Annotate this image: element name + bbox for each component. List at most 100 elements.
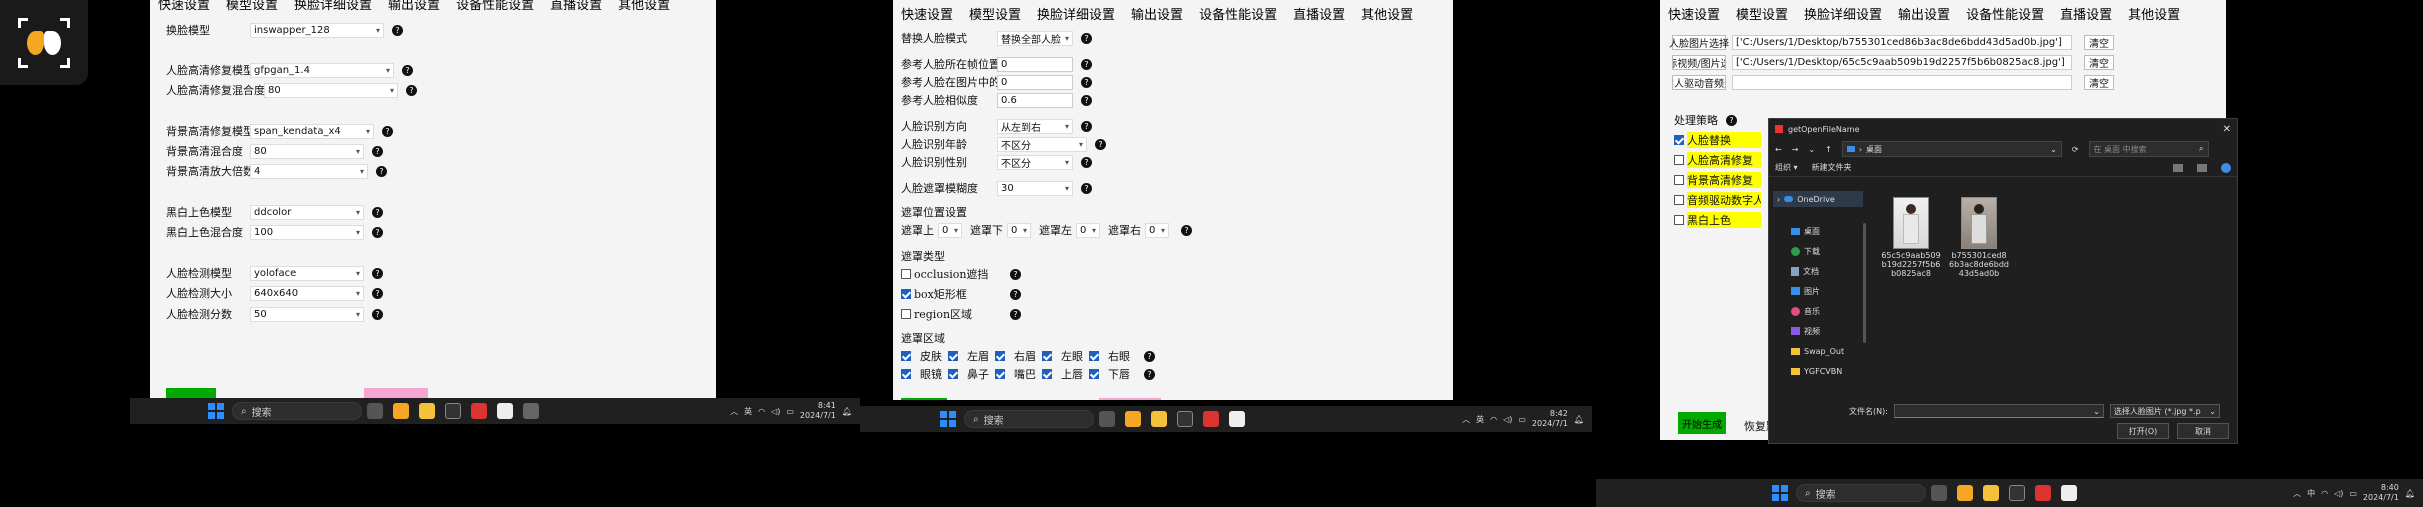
help-icon[interactable]: ? xyxy=(1081,58,1092,70)
task-view-icon[interactable] xyxy=(367,403,383,419)
tab-other[interactable]: 其他设置 xyxy=(610,0,678,13)
help-icon[interactable]: ? xyxy=(1010,308,1021,320)
help-icon[interactable]: ? xyxy=(1081,32,1092,44)
tab-output[interactable]: 输出设置 xyxy=(380,0,448,13)
notification-icon[interactable]: 🔔︎ xyxy=(2405,489,2415,498)
ime-indicator[interactable]: 中 xyxy=(2307,488,2315,499)
select-face-image-button[interactable]: 人脸图片选择 xyxy=(1669,34,1729,50)
help-icon[interactable]: ? xyxy=(402,64,413,76)
help-icon[interactable]: ? xyxy=(376,165,387,177)
organize-menu[interactable]: 组织 ▾ xyxy=(1775,162,1798,173)
taskbar-search[interactable]: ⌕ 搜索 xyxy=(232,402,362,420)
audio-path-field[interactable] xyxy=(1732,74,2072,90)
task-view-icon[interactable] xyxy=(1099,411,1115,427)
terminal-icon[interactable] xyxy=(2009,485,2025,501)
face-swap-checkbox[interactable] xyxy=(1674,135,1684,145)
tab-swap-detail[interactable]: 换脸详细设置 xyxy=(286,0,380,13)
help-icon[interactable]: ? xyxy=(372,287,383,299)
help-icon[interactable]: ? xyxy=(372,267,383,279)
chevron-up-icon[interactable]: ︿ xyxy=(730,406,738,417)
tab-output[interactable]: 输出设置 xyxy=(1890,4,1958,23)
ref-position-input[interactable]: 0 xyxy=(997,74,1073,90)
wifi-icon[interactable]: ◠ xyxy=(2321,489,2328,498)
tab-other[interactable]: 其他设置 xyxy=(2120,4,2188,23)
tab-performance[interactable]: 设备性能设置 xyxy=(1191,4,1285,23)
bg-blend-select[interactable]: 80 ▾ xyxy=(250,143,364,159)
help-icon[interactable]: ? xyxy=(372,226,383,238)
face-detector-select[interactable]: yoloface ▾ xyxy=(250,265,364,281)
tab-other[interactable]: 其他设置 xyxy=(1353,4,1421,23)
file-type-select[interactable]: 选择人脸图片 (*.jpg *.p ⌄ xyxy=(2109,404,2220,418)
mask-blur-select[interactable]: 30 ▾ xyxy=(997,180,1073,196)
tab-swap-detail[interactable]: 换脸详细设置 xyxy=(1796,4,1890,23)
windows-start-icon[interactable] xyxy=(1772,485,1788,501)
wifi-icon[interactable]: ◠ xyxy=(758,407,765,416)
help-icon[interactable]: ? xyxy=(1081,94,1092,106)
app-mask-icon[interactable] xyxy=(1229,411,1245,427)
face-enhance-blend-select[interactable]: 80 ▾ xyxy=(264,82,398,98)
region-checkbox[interactable] xyxy=(1042,351,1052,361)
mask-right-select[interactable]: 0 ▾ xyxy=(1145,222,1169,238)
region-checkbox[interactable] xyxy=(901,309,911,319)
select-audio-button[interactable]: 数字人驱动音频选择 xyxy=(1672,74,1726,90)
colorize-blend-select[interactable]: 100 ▾ xyxy=(250,224,364,240)
select-target-button[interactable]: 目标视频/图片选择 xyxy=(1672,54,1726,70)
clear-audio-button[interactable]: 清空 xyxy=(2084,74,2114,90)
face-selector-mode-select[interactable]: 替换全部人脸 ▾ xyxy=(997,30,1073,46)
cancel-button[interactable]: 取消 xyxy=(2177,423,2229,439)
start-button-partial[interactable] xyxy=(901,398,947,400)
volume-icon[interactable]: ◁) xyxy=(771,407,780,416)
face-gender-select[interactable]: 不区分 ▾ xyxy=(997,154,1073,170)
face-image-path-field[interactable]: ['C:/Users/1/Desktop/b755301ced86b3ac8de… xyxy=(1732,34,2072,50)
clear-face-button[interactable]: 清空 xyxy=(2084,34,2114,50)
open-button[interactable]: 打开(O) xyxy=(2117,423,2169,439)
folder-icon[interactable] xyxy=(1983,485,1999,501)
help-icon[interactable]: ? xyxy=(1181,224,1192,236)
region-checkbox[interactable] xyxy=(1042,369,1052,379)
tab-swap-detail[interactable]: 换脸详细设置 xyxy=(1029,4,1123,23)
detector-size-select[interactable]: 640x640 ▾ xyxy=(250,285,364,301)
tab-model[interactable]: 模型设置 xyxy=(218,0,286,13)
file-item[interactable]: b755301ced86b3ac8de6bdd43d5ad0b xyxy=(1949,197,2009,278)
chevron-up-icon[interactable]: ︿ xyxy=(1462,414,1470,425)
detector-score-select[interactable]: 50 ▾ xyxy=(250,306,364,322)
help-icon[interactable]: ? xyxy=(1010,288,1021,300)
tab-output[interactable]: 输出设置 xyxy=(1123,4,1191,23)
clear-target-button[interactable]: 清空 xyxy=(2084,54,2114,70)
tab-quick[interactable]: 快速设置 xyxy=(150,0,218,13)
colorize-checkbox[interactable] xyxy=(1674,215,1684,225)
app-icon[interactable] xyxy=(393,403,409,419)
tab-model[interactable]: 模型设置 xyxy=(961,4,1029,23)
taskbar-search[interactable]: ⌕ 搜索 xyxy=(1796,484,1926,502)
tab-live[interactable]: 直播设置 xyxy=(2052,4,2120,23)
back-arrow-icon[interactable]: ← xyxy=(1775,145,1782,154)
app-icon[interactable] xyxy=(1125,411,1141,427)
mask-left-select[interactable]: 0 ▾ xyxy=(1076,222,1100,238)
terminal-icon[interactable] xyxy=(445,403,461,419)
bg-scale-select[interactable]: 4 ▾ xyxy=(250,163,368,179)
help-icon[interactable]: ? xyxy=(1144,368,1155,380)
dialog-search-input[interactable]: 在 桌面 中搜索 ⌕ xyxy=(2088,141,2209,157)
help-icon[interactable]: ? xyxy=(1144,350,1155,362)
address-bar[interactable]: › 桌面 ⌄ xyxy=(1841,141,2062,157)
notification-icon[interactable]: 🔔︎ xyxy=(1574,415,1584,424)
face-enhance-model-select[interactable]: gfpgan_1.4 ▾ xyxy=(250,62,394,78)
clock[interactable]: 8:41 2024/7/1 xyxy=(800,401,836,421)
bg-enhance-checkbox[interactable] xyxy=(1674,175,1684,185)
help-icon[interactable]: ? xyxy=(1081,120,1092,132)
target-path-field[interactable]: ['C:/Users/1/Desktop/65c5c9aab509b19d225… xyxy=(1732,54,2072,70)
close-icon[interactable]: ✕ xyxy=(2223,124,2231,135)
app-red-icon[interactable] xyxy=(1203,411,1219,427)
sidebar-item-folder[interactable]: YGFCVBN xyxy=(1773,361,1863,381)
face-enhance-checkbox[interactable] xyxy=(1674,155,1684,165)
sidebar-item-music[interactable]: 音乐 xyxy=(1773,301,1863,321)
chevron-up-icon[interactable]: ︿ xyxy=(2293,488,2301,499)
tab-model[interactable]: 模型设置 xyxy=(1728,4,1796,23)
task-view-icon[interactable] xyxy=(1931,485,1947,501)
wifi-icon[interactable]: ◠ xyxy=(1490,415,1497,424)
region-checkbox[interactable] xyxy=(1089,351,1099,361)
help-icon[interactable]: ? xyxy=(1081,182,1092,194)
volume-icon[interactable]: ◁) xyxy=(2334,489,2343,498)
help-icon[interactable]: ? xyxy=(1726,114,1737,126)
region-checkbox[interactable] xyxy=(1089,369,1099,379)
